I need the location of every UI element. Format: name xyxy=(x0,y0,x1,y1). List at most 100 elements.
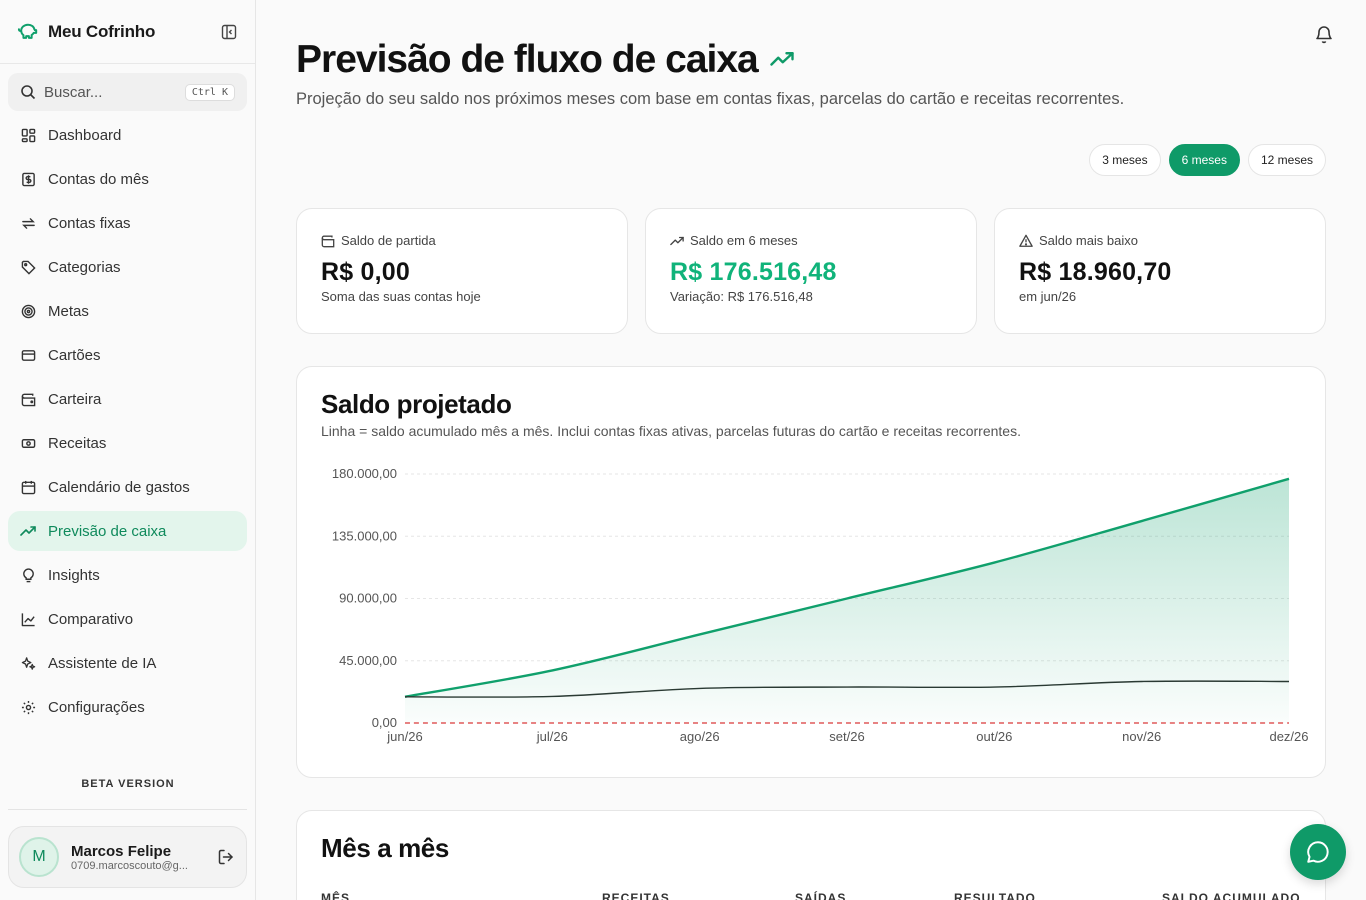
x-tick-label: set/26 xyxy=(829,729,864,744)
sidebar-item-metas[interactable]: Metas xyxy=(8,291,247,331)
y-tick-label: 135.000,00 xyxy=(332,528,397,543)
repeat-icon xyxy=(20,215,36,231)
sidebar-item-comparativo[interactable]: Comparativo xyxy=(8,599,247,639)
x-tick-label: out/26 xyxy=(976,729,1012,744)
column-header-expenses: SAÍDAS xyxy=(795,891,847,900)
stat-label-text: Saldo de partida xyxy=(341,233,436,248)
y-tick-label: 45.000,00 xyxy=(339,653,397,668)
range-6-months-button[interactable]: 6 meses xyxy=(1168,144,1240,176)
sidebar-item-label: Insights xyxy=(48,566,100,584)
sidebar-item-label: Receitas xyxy=(48,434,107,452)
sidebar-item-configuracoes[interactable]: Configurações xyxy=(8,687,247,727)
piggy-bank-logo-icon xyxy=(16,20,40,44)
stat-note: Soma das suas contas hoje xyxy=(321,289,481,304)
stat-value: R$ 176.516,48 xyxy=(670,258,837,286)
user-name: Marcos Felipe xyxy=(71,842,172,860)
avatar: M xyxy=(19,837,59,877)
stat-label: Saldo em 6 meses xyxy=(670,233,952,248)
column-header-month: MÊS xyxy=(321,891,351,900)
sidebar-item-label: Contas fixas xyxy=(48,214,131,232)
trending-up-icon xyxy=(20,523,36,539)
sidebar-item-label: Categorias xyxy=(48,258,121,276)
sidebar-item-previsao-de-caixa[interactable]: Previsão de caixa xyxy=(8,511,247,551)
month-section-title: Mês a mês xyxy=(321,833,449,863)
stat-card-lowest-balance: Saldo mais baixo R$ 18.960,70 em jun/26 xyxy=(994,208,1326,334)
search-icon xyxy=(20,84,36,100)
projected-balance-card: Saldo projetado Linha = saldo acumulado … xyxy=(296,366,1326,778)
chat-assistant-button[interactable] xyxy=(1290,824,1346,880)
sidebar-toggle-icon[interactable] xyxy=(219,22,239,42)
banknote-icon xyxy=(20,435,36,451)
user-card[interactable]: M Marcos Felipe 0709.marcoscouto@g... xyxy=(8,826,247,888)
chat-bubble-icon xyxy=(1305,839,1331,865)
user-email: 0709.marcoscouto@g... xyxy=(71,859,188,872)
lightbulb-icon xyxy=(20,567,36,583)
trending-up-icon xyxy=(670,234,684,248)
range-selector: 3 meses 6 meses 12 meses xyxy=(1089,144,1326,176)
tag-icon xyxy=(20,259,36,275)
gear-icon xyxy=(20,699,36,715)
sidebar-item-insights[interactable]: Insights xyxy=(8,555,247,595)
trending-up-icon xyxy=(770,48,794,72)
sidebar-item-label: Calendário de gastos xyxy=(48,478,190,496)
sidebar-item-calendario[interactable]: Calendário de gastos xyxy=(8,467,247,507)
sidebar-item-label: Carteira xyxy=(48,390,102,408)
sidebar-item-dashboard[interactable]: Dashboard xyxy=(8,115,247,155)
sidebar-item-categorias[interactable]: Categorias xyxy=(8,247,247,287)
stat-value: R$ 18.960,70 xyxy=(1019,258,1172,286)
sidebar-item-label: Previsão de caixa xyxy=(48,522,167,540)
bell-icon[interactable] xyxy=(1314,24,1334,44)
sidebar-item-label: Contas do mês xyxy=(48,170,149,188)
sidebar-divider xyxy=(8,809,247,810)
user-info: Marcos Felipe 0709.marcoscouto@g... xyxy=(71,843,216,872)
x-tick-label: dez/26 xyxy=(1269,729,1308,744)
sidebar-item-contas-do-mes[interactable]: Contas do mês xyxy=(8,159,247,199)
y-tick-label: 0,00 xyxy=(372,715,397,730)
x-tick-label: nov/26 xyxy=(1122,729,1161,744)
column-header-result: RESULTADO xyxy=(954,891,1036,900)
sidebar-item-assistente-ia[interactable]: Assistente de IA xyxy=(8,643,247,683)
wallet-icon xyxy=(321,234,335,248)
stat-label: Saldo de partida xyxy=(321,233,603,248)
stats-row: Saldo de partida R$ 0,00 Soma das suas c… xyxy=(296,208,1326,334)
sidebar-item-label: Metas xyxy=(48,302,89,320)
brand-header: Meu Cofrinho xyxy=(0,0,255,64)
sidebar-item-carteira[interactable]: Carteira xyxy=(8,379,247,419)
projected-balance-chart: 180.000,00 135.000,00 90.000,00 45.000,00 0,… xyxy=(332,466,1309,744)
sidebar-item-contas-fixas[interactable]: Contas fixas xyxy=(8,203,247,243)
page-title-text: Previsão de fluxo de caixa xyxy=(296,38,759,81)
wallet-icon xyxy=(20,391,36,407)
stat-card-start-balance: Saldo de partida R$ 0,00 Soma das suas c… xyxy=(296,208,628,334)
range-3-months-button[interactable]: 3 meses xyxy=(1089,144,1161,176)
y-tick-label: 180.000,00 xyxy=(332,466,397,481)
stat-card-future-balance: Saldo em 6 meses R$ 176.516,48 Variação:… xyxy=(645,208,977,334)
stat-label-text: Saldo em 6 meses xyxy=(690,233,798,248)
column-header-accumulated-balance: SALDO ACUMULADO xyxy=(1162,891,1301,900)
line-chart-icon xyxy=(20,611,36,627)
receipt-icon xyxy=(20,171,36,187)
app-name: Meu Cofrinho xyxy=(48,21,156,41)
page-title: Previsão de fluxo de caixa xyxy=(296,38,794,82)
sidebar-item-label: Configurações xyxy=(48,698,145,716)
stat-note: em jun/26 xyxy=(1019,289,1077,304)
sidebar: Meu Cofrinho Buscar... Ctrl K Dashboard … xyxy=(0,0,256,900)
search-bar[interactable]: Buscar... Ctrl K xyxy=(8,73,247,111)
sidebar-nav: Dashboard Contas do mês Contas fixas Cat… xyxy=(0,115,255,727)
stat-note: Variação: R$ 176.516,48 xyxy=(670,289,813,304)
range-12-months-button[interactable]: 12 meses xyxy=(1247,144,1326,176)
x-tick-label: jul/26 xyxy=(536,729,568,744)
month-by-month-card: Mês a mês MÊS RECEITAS SAÍDAS RESULTADO … xyxy=(296,810,1326,900)
logout-icon[interactable] xyxy=(216,847,236,867)
sidebar-item-label: Cartões xyxy=(48,346,101,364)
warning-triangle-icon xyxy=(1019,234,1033,248)
main-content: Previsão de fluxo de caixa Projeção do s… xyxy=(256,0,1366,900)
search-shortcut: Ctrl K xyxy=(184,83,235,101)
sidebar-item-receitas[interactable]: Receitas xyxy=(8,423,247,463)
column-header-income: RECEITAS xyxy=(602,891,670,900)
sidebar-item-label: Dashboard xyxy=(48,126,122,144)
page-subtitle: Projeção do seu saldo nos próximos meses… xyxy=(296,90,1125,108)
target-icon xyxy=(20,303,36,319)
sidebar-item-cartoes[interactable]: Cartões xyxy=(8,335,247,375)
calendar-icon xyxy=(20,479,36,495)
beta-label: BETA VERSION xyxy=(81,778,175,790)
